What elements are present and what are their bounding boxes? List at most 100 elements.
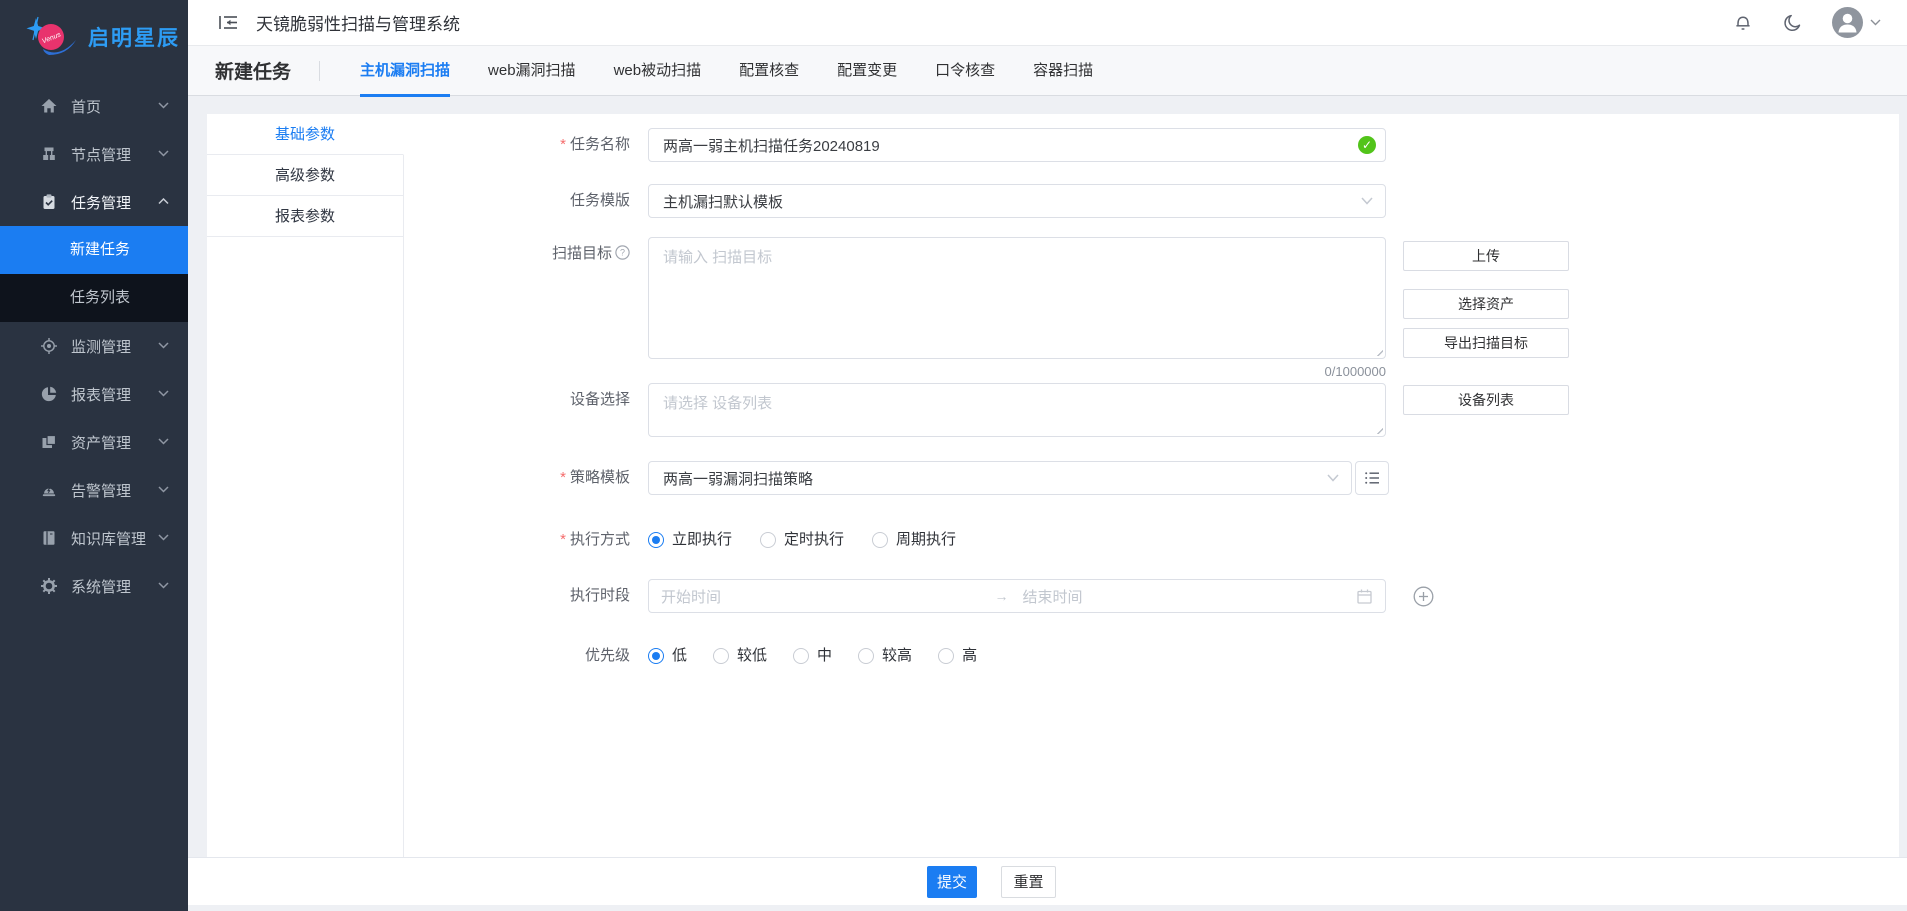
notification-bell-icon[interactable] [1732, 12, 1754, 34]
end-time-placeholder[interactable]: 结束时间 [1009, 586, 1357, 607]
required-asterisk: * [560, 136, 566, 153]
tab-web-passive-scan[interactable]: web被动扫描 [614, 46, 702, 96]
tab-host-vuln-scan[interactable]: 主机漏洞扫描 [360, 46, 450, 96]
task-form: *任务名称 ✓ 任务模版 主机漏扫默认模板 [404, 114, 1899, 857]
chevron-down-icon [158, 102, 170, 110]
brand-name: 启明星辰 [88, 22, 180, 52]
brand-logo-icon: Venus [26, 14, 80, 60]
row-task-name: *任务名称 ✓ [404, 128, 1899, 162]
radio-priority-higher[interactable]: 较高 [858, 644, 912, 668]
sidebar-item-knowledge[interactable]: 知识库管理 [0, 514, 188, 562]
reset-button[interactable]: 重置 [1001, 866, 1056, 898]
param-tab-report[interactable]: 报表参数 [207, 196, 404, 237]
exec-time-label: 执行时段 [404, 579, 648, 613]
content-area: 基础参数 高级参数 报表参数 *任务名称 ✓ [188, 96, 1907, 857]
chevron-up-icon [158, 198, 170, 206]
sidebar-item-alerts[interactable]: 告警管理 [0, 466, 188, 514]
row-policy-template: *策略模板 两高一弱漏洞扫描策略 [404, 461, 1899, 495]
radio-priority-medium[interactable]: 中 [793, 644, 832, 668]
dark-mode-moon-icon[interactable] [1782, 12, 1804, 34]
radio-dot [713, 648, 729, 664]
report-pie-icon [40, 385, 58, 403]
nodes-icon [40, 145, 58, 163]
tab-password-check[interactable]: 口令核查 [935, 46, 995, 96]
chevron-down-icon [1361, 197, 1373, 205]
required-asterisk: * [560, 469, 566, 486]
main-column: 天镜脆弱性扫描与管理系统 [188, 0, 1907, 911]
chevron-down-icon [158, 534, 170, 542]
scan-type-tabstrip: 新建任务 主机漏洞扫描 web漏洞扫描 web被动扫描 配置核查 配置变更 口令… [188, 46, 1907, 96]
chevron-down-icon [1327, 474, 1339, 482]
app-root: Venus 启明星辰 首页 [0, 0, 1907, 911]
policy-list-button[interactable] [1355, 461, 1389, 495]
form-card: 基础参数 高级参数 报表参数 *任务名称 ✓ [207, 114, 1899, 857]
fold-sidebar-icon[interactable] [218, 14, 240, 32]
radio-priority-lower[interactable]: 较低 [713, 644, 767, 668]
radio-dot [858, 648, 874, 664]
device-select-label: 设备选择 [404, 383, 648, 417]
tasks-submenu: 新建任务 任务列表 [0, 226, 188, 322]
required-asterisk: * [560, 531, 566, 548]
row-template: 任务模版 主机漏扫默认模板 [404, 184, 1899, 218]
radio-priority-high[interactable]: 高 [938, 644, 977, 668]
param-tab-basic[interactable]: 基础参数 [207, 114, 404, 155]
row-priority: 优先级 低 较低 中 较高 高 [404, 639, 1899, 668]
tab-config-check[interactable]: 配置核查 [739, 46, 799, 96]
sidebar-item-assets[interactable]: 资产管理 [0, 418, 188, 466]
policy-template-select[interactable]: 两高一弱漏洞扫描策略 [648, 461, 1352, 495]
tab-container-scan[interactable]: 容器扫描 [1033, 46, 1093, 96]
sidebar-item-task-list[interactable]: 任务列表 [0, 274, 188, 322]
gear-icon [40, 577, 58, 595]
add-time-range-button[interactable] [1412, 585, 1434, 607]
header-actions [1732, 7, 1881, 38]
chevron-down-icon [158, 390, 170, 398]
user-menu[interactable] [1832, 7, 1881, 38]
sidebar-item-tasks[interactable]: 任务管理 [0, 178, 188, 226]
task-name-input[interactable] [648, 128, 1386, 162]
sidebar-menu: 首页 节点管理 [0, 74, 188, 911]
template-label: 任务模版 [404, 184, 648, 218]
sidebar-item-reports[interactable]: 报表管理 [0, 370, 188, 418]
monitor-icon [40, 337, 58, 355]
param-tab-advanced[interactable]: 高级参数 [207, 155, 404, 196]
export-targets-button[interactable]: 导出扫描目标 [1403, 328, 1569, 358]
avatar [1832, 7, 1863, 38]
scan-target-textarea[interactable] [649, 238, 1385, 358]
form-footer: 提交 重置 [188, 857, 1907, 905]
valid-check-icon: ✓ [1358, 136, 1376, 154]
top-header: 天镜脆弱性扫描与管理系统 [188, 0, 1907, 46]
device-list-button[interactable]: 设备列表 [1403, 385, 1569, 415]
policy-template-label: *策略模板 [404, 461, 648, 495]
radio-periodic-exec[interactable]: 周期执行 [872, 528, 956, 552]
range-arrow-icon: → [995, 588, 1009, 604]
question-circle-icon[interactable]: ? [615, 245, 630, 260]
time-range-input[interactable]: 开始时间 → 结束时间 [648, 579, 1386, 613]
param-menu-filler [207, 237, 404, 857]
radio-scheduled-exec[interactable]: 定时执行 [760, 528, 844, 552]
upload-button[interactable]: 上传 [1403, 241, 1569, 271]
radio-priority-low[interactable]: 低 [648, 644, 687, 668]
radio-dot [872, 532, 888, 548]
tab-config-change[interactable]: 配置变更 [837, 46, 897, 96]
sidebar-item-home[interactable]: 首页 [0, 82, 188, 130]
app-title: 天镜脆弱性扫描与管理系统 [256, 10, 460, 35]
device-select-textarea[interactable] [649, 384, 1385, 436]
sidebar-item-system[interactable]: 系统管理 [0, 562, 188, 610]
start-time-placeholder[interactable]: 开始时间 [661, 586, 995, 607]
tab-web-vuln-scan[interactable]: web漏洞扫描 [488, 46, 576, 96]
task-name-label: *任务名称 [404, 128, 648, 162]
sidebar-item-nodes[interactable]: 节点管理 [0, 130, 188, 178]
chevron-down-icon [1870, 19, 1881, 26]
priority-label: 优先级 [404, 639, 648, 668]
chevron-down-icon [158, 150, 170, 158]
param-menu: 基础参数 高级参数 报表参数 [207, 114, 404, 857]
chevron-down-icon [158, 486, 170, 494]
select-asset-button[interactable]: 选择资产 [1403, 289, 1569, 319]
radio-dot [760, 532, 776, 548]
submit-button[interactable]: 提交 [927, 866, 977, 898]
sidebar-item-monitor[interactable]: 监测管理 [0, 322, 188, 370]
row-device-select: 设备选择 设备列表 [404, 383, 1899, 437]
radio-immediate-exec[interactable]: 立即执行 [648, 528, 732, 552]
sidebar-item-new-task[interactable]: 新建任务 [0, 226, 188, 274]
template-select[interactable]: 主机漏扫默认模板 [648, 184, 1386, 218]
